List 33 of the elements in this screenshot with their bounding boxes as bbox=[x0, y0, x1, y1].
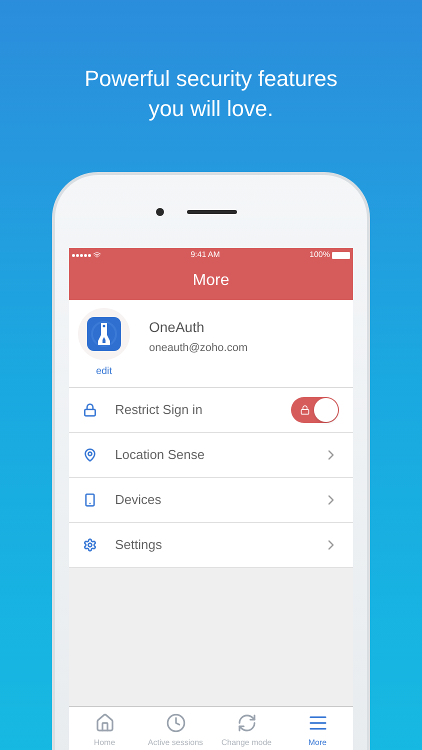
account-name: OneAuth bbox=[149, 318, 206, 337]
settings-row[interactable]: Restrict Sign in bbox=[69, 388, 353, 433]
home-icon bbox=[94, 713, 114, 733]
toggle-knob bbox=[314, 398, 338, 422]
battery-level: 100% bbox=[310, 249, 330, 261]
speaker-icon bbox=[187, 210, 237, 214]
toggle-switch[interactable] bbox=[291, 397, 339, 423]
setting-label: Devices bbox=[115, 491, 162, 510]
clock-icon bbox=[166, 713, 186, 733]
key-logo-icon bbox=[87, 317, 121, 351]
settings-row[interactable]: Location Sense bbox=[69, 433, 353, 478]
settings-row[interactable]: Devices bbox=[69, 478, 353, 523]
account-email: oneauth@zoho.com bbox=[149, 340, 248, 356]
signal-icon bbox=[72, 254, 91, 256]
location-pin-icon bbox=[83, 448, 97, 462]
camera-icon bbox=[156, 208, 164, 216]
settings-row[interactable]: Settings bbox=[69, 523, 353, 568]
headline: Powerful security features bbox=[84, 65, 338, 93]
lock-icon bbox=[83, 403, 97, 417]
phone-icon bbox=[83, 493, 97, 507]
tab-bar-item[interactable]: More bbox=[282, 707, 353, 750]
status-time: 9:41 AM bbox=[190, 249, 220, 261]
edit-link[interactable]: edit bbox=[96, 364, 112, 379]
settings-icon bbox=[83, 538, 97, 552]
setting-label: Location Sense bbox=[115, 446, 206, 464]
battery-icon bbox=[332, 252, 350, 258]
setting-label: Restrict Sign in bbox=[115, 401, 204, 420]
lock-icon bbox=[300, 405, 310, 415]
screen-title: More bbox=[192, 271, 230, 291]
wifi-icon bbox=[93, 251, 101, 259]
sync-icon bbox=[236, 713, 256, 733]
headline: you will love. bbox=[148, 95, 274, 123]
setting-label: Settings bbox=[115, 536, 163, 554]
